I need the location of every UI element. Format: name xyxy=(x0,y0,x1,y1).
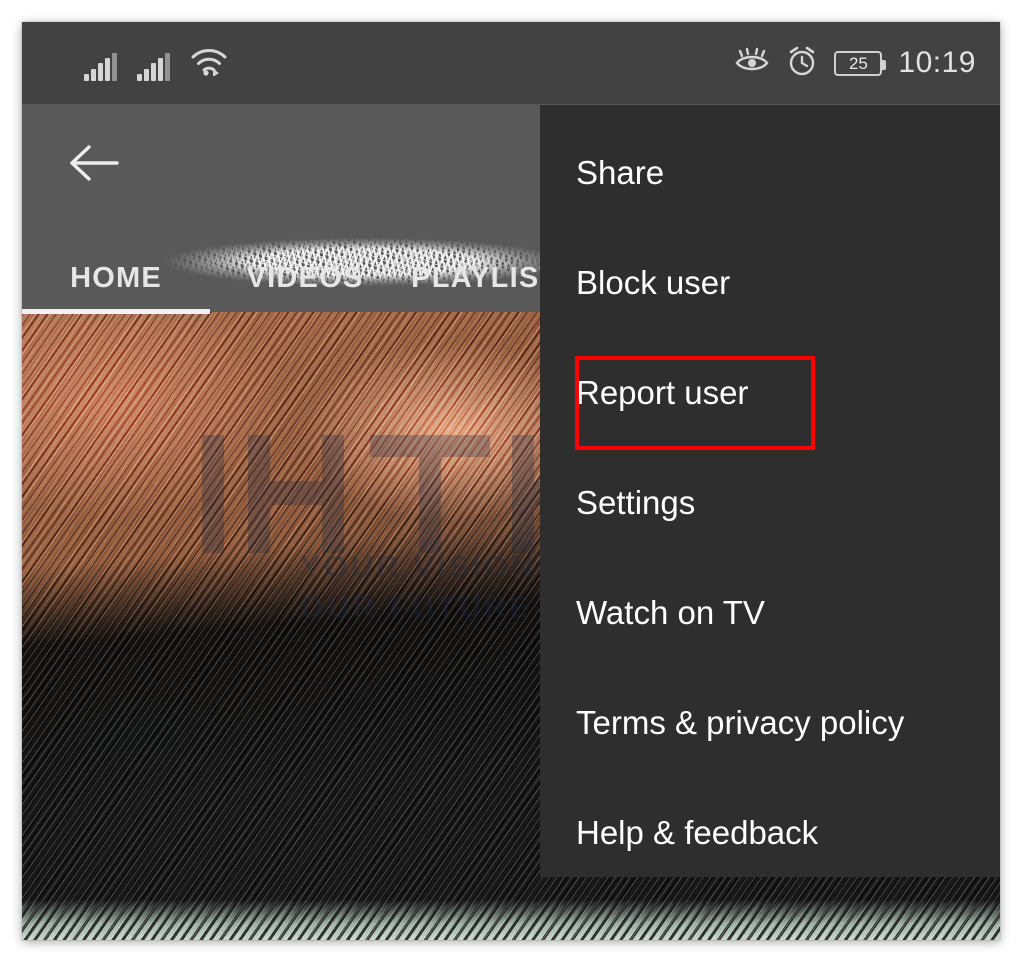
alarm-clock-icon xyxy=(786,45,818,82)
tab-videos[interactable]: VIDEOS xyxy=(210,244,400,312)
tab-home[interactable]: HOME xyxy=(22,244,210,314)
menu-item-terms-privacy-policy[interactable]: Terms & privacy policy xyxy=(540,677,1000,769)
menu-item-label: Help & feedback xyxy=(576,814,819,851)
channel-banner-foot xyxy=(22,900,1000,940)
menu-item-label: Terms & privacy policy xyxy=(576,704,905,741)
status-bar-right: 25 10:19 xyxy=(734,45,976,82)
overflow-menu: Share Block user Report user Settings Wa… xyxy=(540,105,1000,877)
menu-item-label: Share xyxy=(576,154,665,191)
screenshot-page: YOUR VISION OUR FUTURE 25 10:19 HOME VID… xyxy=(0,0,1024,956)
status-bar: 25 10:19 xyxy=(22,22,1000,104)
menu-item-help-feedback[interactable]: Help & feedback xyxy=(540,787,1000,879)
menu-item-report-user[interactable]: Report user xyxy=(540,347,1000,439)
status-bar-left xyxy=(84,46,228,81)
menu-item-share[interactable]: Share xyxy=(540,127,1000,219)
battery-level-label: 25 xyxy=(848,53,868,73)
menu-item-watch-on-tv[interactable]: Watch on TV xyxy=(540,567,1000,659)
phone-screenshot: YOUR VISION OUR FUTURE 25 10:19 HOME VID… xyxy=(22,22,1000,940)
cellular-signal-icon-2 xyxy=(137,52,170,81)
menu-item-block-user[interactable]: Block user xyxy=(540,237,1000,329)
menu-item-settings[interactable]: Settings xyxy=(540,457,1000,549)
status-bar-clock: 10:19 xyxy=(898,46,976,79)
back-arrow-icon[interactable] xyxy=(67,140,121,186)
cellular-signal-icon xyxy=(84,52,117,81)
menu-item-label: Watch on TV xyxy=(576,594,765,631)
battery-icon: 25 xyxy=(834,50,887,76)
eye-icon xyxy=(734,47,770,80)
menu-item-label: Settings xyxy=(576,484,696,521)
tab-videos-label: VIDEOS xyxy=(246,261,364,294)
tab-home-label: HOME xyxy=(70,261,162,294)
menu-item-label: Block user xyxy=(576,264,731,301)
wifi-icon xyxy=(190,46,228,81)
menu-item-label: Report user xyxy=(576,374,749,411)
